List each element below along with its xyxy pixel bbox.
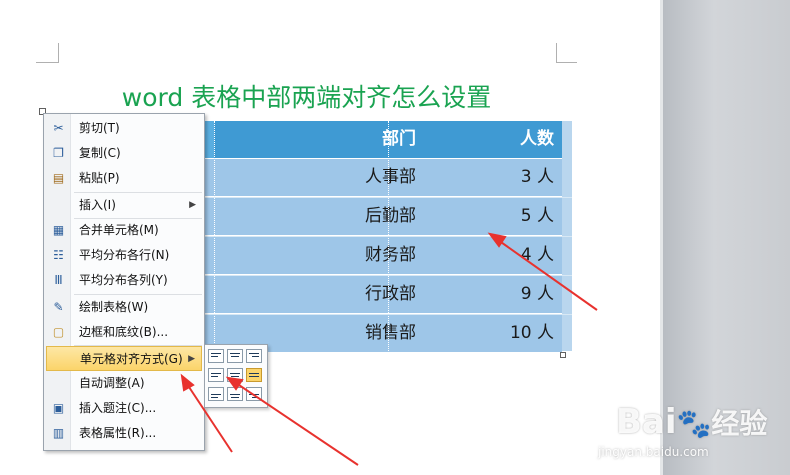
copy-icon: ❐ (53, 146, 64, 160)
table-cell[interactable]: 3 人 (424, 159, 562, 196)
align-bottom-left-button[interactable] (208, 387, 224, 401)
menu-item-draw-table[interactable]: ✎ 绘制表格(W) (46, 295, 202, 320)
menu-item-label: 单元格对齐方式(G) (80, 352, 183, 366)
table-cell[interactable]: 10 人 (424, 315, 562, 352)
menu-item-distribute-rows[interactable]: ☷ 平均分布各行(N) (46, 243, 202, 268)
menu-item-insert-caption[interactable]: ▣ 插入题注(C)... (46, 396, 202, 421)
menu-item-insert[interactable]: 插入(I) ▶ (46, 193, 202, 218)
menu-item-table-properties[interactable]: ▥ 表格属性(R)... (46, 421, 202, 446)
table-cell[interactable]: 人事部 (214, 159, 424, 196)
menu-item-autofit[interactable]: 自动调整(A) (46, 371, 202, 396)
menu-item-label: 表格属性(R)... (79, 426, 157, 440)
borders-shading-icon: ▢ (52, 325, 65, 339)
menu-item-label: 绘制表格(W) (79, 300, 149, 314)
table-cell[interactable]: 后勤部 (214, 198, 424, 235)
submenu-arrow-icon: ▶ (189, 200, 196, 210)
menu-item-label: 插入题注(C)... (79, 401, 157, 415)
menu-item-label: 平均分布各行(N) (79, 248, 170, 262)
cell-alignment-submenu (204, 344, 268, 408)
corner-mark-top-right (556, 43, 577, 63)
menu-item-paste[interactable]: ▤ 粘贴(P) (46, 166, 202, 191)
draw-table-icon: ✎ (53, 300, 64, 314)
table-header-cell[interactable]: 人数 (424, 121, 562, 158)
row-gridline (178, 197, 572, 198)
submenu-arrow-icon: ▶ (188, 354, 195, 364)
menu-item-label: 合并单元格(M) (79, 223, 159, 237)
scissors-icon: ✂ (53, 121, 64, 135)
menu-item-label: 边框和底纹(B)... (79, 325, 169, 339)
align-top-right-button[interactable] (246, 349, 262, 363)
menu-item-merge-cells[interactable]: ▦ 合并单元格(M) (46, 218, 202, 243)
table-cell[interactable]: 4 人 (424, 237, 562, 274)
watermark-logo: Bai🐾经验 (616, 402, 768, 442)
row-gridline (178, 314, 572, 315)
table-cell[interactable]: 财务部 (214, 237, 424, 274)
table-resize-handle[interactable] (560, 352, 566, 358)
insert-caption-icon: ▣ (52, 401, 65, 415)
menu-item-label: 插入(I) (79, 198, 116, 212)
merge-cells-icon: ▦ (52, 223, 65, 237)
menu-item-distribute-columns[interactable]: Ⅲ 平均分布各列(Y) (46, 268, 202, 293)
menu-item-cell-alignment[interactable]: 单元格对齐方式(G) ▶ (46, 346, 202, 371)
row-gridline (178, 236, 572, 237)
table-properties-icon: ▥ (52, 426, 65, 440)
align-top-left-button[interactable] (208, 349, 224, 363)
distribute-rows-icon: ☷ (53, 248, 64, 262)
table-cell[interactable]: 5 人 (424, 198, 562, 235)
menu-item-label: 自动调整(A) (79, 376, 145, 390)
context-menu: ✂ 剪切(T) ❐ 复制(C) ▤ 粘贴(P) 插入(I) ▶ ▦ 合并单元格(… (43, 113, 205, 451)
table-cell[interactable]: 行政部 (214, 276, 424, 313)
row-gridline (178, 275, 572, 276)
align-top-center-button[interactable] (227, 349, 243, 363)
distribute-columns-icon: Ⅲ (54, 273, 63, 287)
document-title: word 表格中部两端对齐怎么设置 (121, 83, 492, 112)
menu-item-borders-shading[interactable]: ▢ 边框和底纹(B)... (46, 320, 202, 345)
menu-item-cut[interactable]: ✂ 剪切(T) (46, 116, 202, 141)
align-middle-center-button[interactable] (227, 368, 243, 382)
corner-mark-top-left (36, 43, 59, 63)
menu-item-label: 复制(C) (79, 146, 121, 160)
align-middle-justify-button[interactable] (246, 368, 262, 382)
paste-icon: ▤ (52, 171, 65, 185)
menu-item-label: 剪切(T) (79, 121, 120, 135)
align-middle-left-button[interactable] (208, 368, 224, 382)
menu-item-copy[interactable]: ❐ 复制(C) (46, 141, 202, 166)
table-cell[interactable]: 9 人 (424, 276, 562, 313)
menu-item-label: 粘贴(P) (79, 171, 120, 185)
watermark-url: jingyan.baidu.com (598, 445, 709, 459)
align-bottom-center-button[interactable] (227, 387, 243, 401)
align-bottom-right-button[interactable] (246, 387, 262, 401)
menu-item-label: 平均分布各列(Y) (79, 273, 168, 287)
table-header-cell[interactable]: 部门 (214, 121, 424, 158)
